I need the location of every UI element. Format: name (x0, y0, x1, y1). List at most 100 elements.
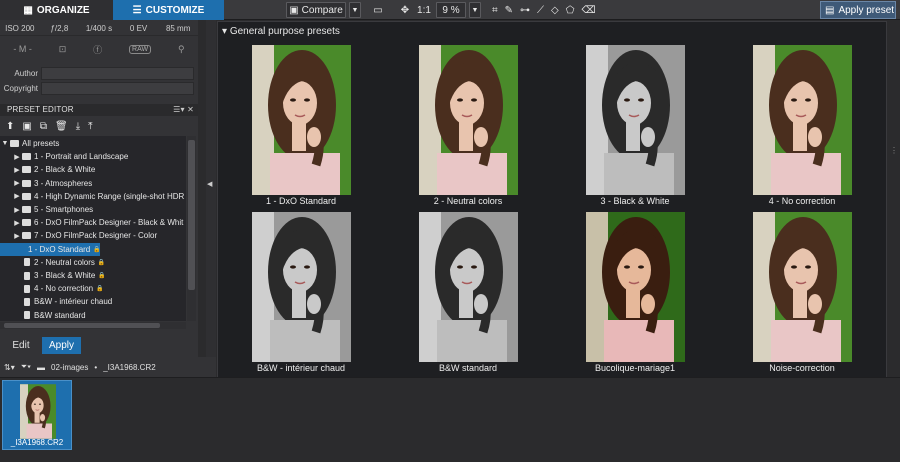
expand-caret-icon[interactable]: ▶ (12, 206, 22, 214)
duplicate-icon[interactable]: ⧉ (40, 121, 47, 132)
panel-menu-close-icons[interactable]: ☰▾ ✕ (173, 104, 194, 116)
perspective-8pt-icon[interactable]: ⬠ (566, 2, 575, 18)
tree-item[interactable]: ▶ 5 - Smartphones (0, 203, 186, 216)
tab-customize[interactable]: ☰ CUSTOMIZE (113, 0, 224, 20)
preset-file-icon (24, 271, 30, 280)
tab-customize-label: CUSTOMIZE (145, 4, 205, 16)
author-field[interactable] (41, 67, 194, 80)
path-file: _I3A1968.CR2 (103, 362, 156, 372)
eyedropper-icon[interactable]: ✎ (505, 2, 513, 18)
preset-thumbnail[interactable] (753, 45, 852, 195)
exif-info-row: ISO 200 ƒ/2,8 1/400 s 0 EV 85 mm (0, 21, 198, 36)
filmstrip-caption: _I3A1968.CR2 (10, 438, 64, 447)
expand-caret-icon[interactable]: ▶ (12, 219, 22, 227)
zoom-dropdown[interactable]: ▼ (469, 2, 481, 18)
tree-item[interactable]: ▶ 3 - Atmospheres (0, 177, 186, 190)
preset-thumbnail[interactable] (753, 212, 852, 362)
expand-caret-icon[interactable]: ▶ (12, 232, 22, 240)
preset-thumbnail[interactable] (419, 45, 518, 195)
preset-caption: Bucolique-mariage1 (594, 363, 676, 373)
tree-item[interactable]: 4 - No correction 🔒 (0, 282, 186, 295)
collapse-arrow-icon: ◀ (207, 181, 213, 188)
preset-thumbnail[interactable] (419, 212, 518, 362)
sliders-icon: ☰ (132, 4, 142, 16)
import-icon[interactable]: ⤓ (76, 121, 80, 132)
eraser-icon[interactable]: ⌫ (581, 2, 595, 18)
zoom-group: 9 % ▼ (436, 2, 481, 18)
tree-item[interactable]: ▶ 7 - DxO FilmPack Designer - Color (0, 229, 186, 242)
tree-item[interactable]: 3 - Black & White 🔒 (0, 269, 186, 282)
copyright-field[interactable] (41, 82, 194, 95)
tree-item[interactable]: 2 - Neutral colors 🔒 (0, 256, 186, 269)
expand-caret-icon[interactable]: ▶ (12, 192, 22, 200)
preset-caption: 2 - Neutral colors (433, 196, 503, 206)
export-icon[interactable]: ⤒ (88, 121, 92, 132)
zoom-1-1-button[interactable]: 1:1 (414, 2, 434, 18)
tree-horizontal-scrollbar[interactable] (0, 322, 186, 329)
exif-value: 1/400 s (85, 24, 113, 33)
folder-icon: ▬ (37, 362, 46, 372)
delete-icon[interactable]: 🗑 (55, 121, 68, 132)
fit-screen-icon[interactable]: ▭ (370, 2, 386, 18)
edit-button[interactable]: Edit (4, 337, 38, 354)
preset-editor-header: PRESET EDITOR ☰▾ ✕ (0, 104, 198, 116)
preset-group-title: General purpose presets (229, 26, 340, 37)
expand-arrow-icon: ▾ (222, 26, 228, 37)
right-scrollbar[interactable]: ⋮ (888, 21, 900, 384)
perspective-icon[interactable]: ⟋ (537, 2, 544, 18)
metering-icon: ⊡ (58, 43, 67, 54)
tree-item[interactable]: ▶ 6 - DxO FilmPack Designer - Black & Whi… (0, 216, 186, 229)
expand-caret-icon[interactable]: ▶ (12, 153, 22, 161)
filter-icon[interactable]: ⏷▾ (21, 362, 31, 372)
tab-organize[interactable]: ▦ ORGANIZE (0, 0, 113, 20)
exif-value: 85 mm (165, 24, 191, 33)
preset-thumbnail[interactable] (586, 45, 685, 195)
preset-thumbnail[interactable] (586, 212, 685, 362)
apply-preset-button[interactable]: ▤ Apply preset (820, 1, 896, 19)
tree-item[interactable]: 1 - DxO Standard 🔒 (0, 242, 101, 256)
location-icon: ⚲ (177, 43, 185, 54)
tree-item[interactable]: ▶ 2 - Black & White (0, 163, 186, 176)
apply-button[interactable]: Apply (42, 337, 81, 354)
preset-group-header[interactable]: ▾ General purpose presets (222, 26, 340, 37)
tree-item[interactable]: ▶ 1 - Portrait and Landscape (0, 150, 186, 163)
preset-file-icon (24, 284, 30, 293)
pan-icon[interactable]: ✥ (398, 2, 412, 18)
tree-item-label: 4 - High Dynamic Range (single-shot HDR (34, 191, 185, 201)
perspective-rect-icon[interactable]: ◇ (551, 2, 559, 18)
lock-icon: 🔒 (93, 246, 101, 253)
collapse-caret-icon[interactable]: ▼ (0, 140, 10, 147)
tree-item[interactable]: B&W - intérieur chaud (0, 295, 186, 308)
tree-item-label: 6 - DxO FilmPack Designer - Black & Whit (34, 218, 184, 228)
tree-item-label: All presets (22, 139, 60, 148)
new-folder-icon[interactable]: ⬆ (6, 121, 14, 132)
new-preset-from-image-icon[interactable]: ▣ (22, 121, 31, 132)
crop-icon[interactable]: ⌗ (492, 2, 498, 18)
tree-vertical-scrollbar[interactable] (187, 136, 196, 321)
expand-caret-icon[interactable]: ▶ (12, 166, 22, 174)
tree-item[interactable]: B&W standard (0, 309, 186, 321)
flash-icon: ⓕ (93, 44, 103, 55)
expand-caret-icon[interactable]: ▶ (12, 179, 22, 187)
tree-item[interactable]: ▼ All presets (0, 137, 186, 150)
collapse-panel-tab[interactable]: ◀ (206, 20, 216, 357)
horizon-icon[interactable]: ⊶ (520, 2, 530, 18)
lock-icon: 🔒 (96, 286, 104, 293)
preset-caption: 4 - No correction (768, 196, 836, 206)
compare-dropdown[interactable]: ▼ (349, 2, 361, 18)
compare-button[interactable]: ▣ Compare (286, 2, 346, 18)
preset-thumbnail[interactable] (252, 212, 351, 362)
preset-caption: B&W - intérieur chaud (256, 363, 346, 373)
tools-group: ⌗ ✎ ⊶ ⟋ ◇ ⬠ ⌫ (492, 2, 596, 18)
folder-icon (22, 232, 31, 240)
preset-thumbnail[interactable] (252, 45, 351, 195)
folder-icon (22, 166, 31, 174)
preset-file-icon (24, 311, 30, 320)
tree-item-label: 3 - Atmospheres (34, 178, 93, 188)
sort-icon[interactable]: ⇅▾ (4, 363, 15, 372)
tree-item-label: B&W - intérieur chaud (34, 297, 113, 307)
zoom-percent-field[interactable]: 9 % (436, 2, 466, 18)
preset-file-icon (24, 258, 30, 267)
path-separator: • (94, 362, 98, 372)
tree-item[interactable]: ▶ 4 - High Dynamic Range (single-shot HDR (0, 190, 186, 203)
